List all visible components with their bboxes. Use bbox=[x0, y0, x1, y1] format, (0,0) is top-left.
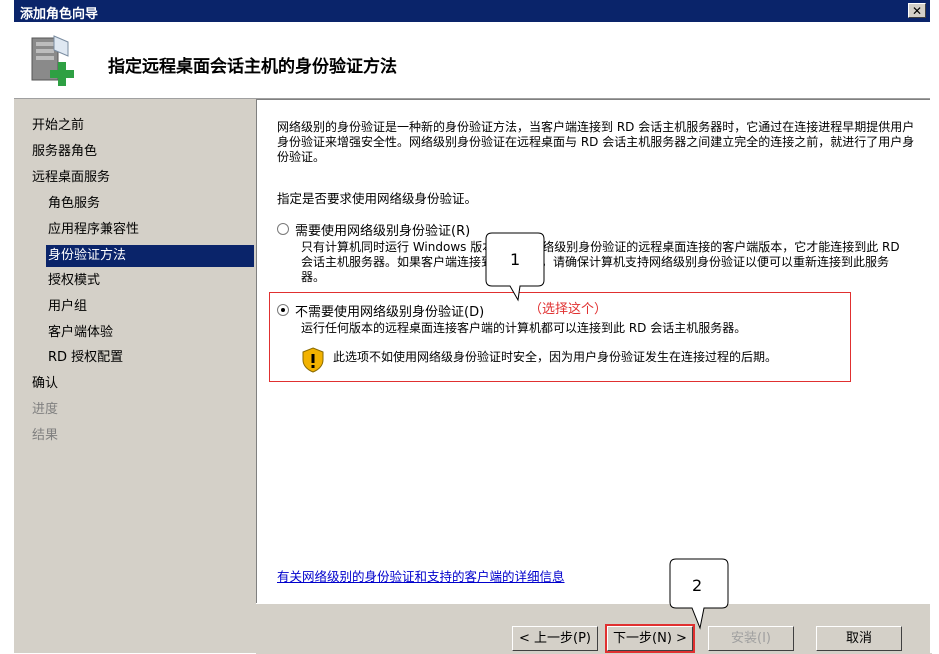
callout-two-shape bbox=[669, 558, 729, 630]
no-require-nla-label[interactable]: 不需要使用网络级别身份验证(D) bbox=[295, 301, 484, 320]
callout-one-number: 1 bbox=[510, 250, 521, 269]
nla-prompt: 指定是否要求使用网络级身份验证。 bbox=[277, 191, 478, 206]
window-title: 添加角色向导 bbox=[20, 7, 99, 22]
nav-step-progress: 进度 bbox=[32, 402, 59, 417]
nav-step-licensing-mode[interactable]: 授权模式 bbox=[48, 270, 100, 292]
callout-two-number: 2 bbox=[692, 576, 703, 595]
nav-step-app-compatibility[interactable]: 应用程序兼容性 bbox=[48, 219, 139, 241]
nav-step-results: 结果 bbox=[32, 428, 59, 443]
nav-step-server-roles[interactable]: 服务器角色 bbox=[32, 141, 97, 163]
window-right-edge bbox=[930, 0, 939, 653]
callout-one-shape bbox=[485, 232, 545, 302]
wizard-button-bar: < 上一步(P) 下一步(N) > 安装(I) 取消 bbox=[256, 603, 932, 654]
wizard-content-panel: 网络级别的身份验证是一种新的身份验证方法，当客户端连接到 RD 会话主机服务器时… bbox=[256, 99, 933, 603]
nav-step-rd-licensing-config[interactable]: RD 授权配置 bbox=[48, 347, 123, 369]
server-add-icon bbox=[31, 35, 74, 86]
nav-step-remote-desktop-services[interactable]: 远程桌面服务 bbox=[32, 167, 110, 189]
nla-description: 网络级别的身份验证是一种新的身份验证方法，当客户端连接到 RD 会话主机服务器时… bbox=[277, 120, 915, 164]
nav-step-authentication-method[interactable]: 身份验证方法 bbox=[46, 245, 254, 267]
nla-info-link[interactable]: 有关网络级别的身份验证和支持的客户端的详细信息 bbox=[277, 566, 565, 585]
nav-step-user-groups[interactable]: 用户组 bbox=[48, 296, 87, 318]
cancel-button[interactable]: 取消 bbox=[816, 626, 902, 651]
nav-step-confirmation[interactable]: 确认 bbox=[32, 373, 58, 395]
title-bar[interactable]: 添加角色向导 ✕ bbox=[14, 0, 930, 22]
require-nla-radio[interactable] bbox=[277, 223, 289, 235]
no-require-nla-radio[interactable] bbox=[277, 304, 289, 316]
wizard-step-nav: 开始之前 服务器角色 远程桌面服务 角色服务 应用程序兼容性 身份验证方法 授权… bbox=[14, 99, 254, 653]
no-require-nla-warning: 此选项不如使用网络级身份验证时安全，因为用户身份验证发生在连接过程的后期。 bbox=[333, 350, 778, 364]
no-require-nla-description: 运行任何版本的远程桌面连接客户端的计算机都可以连接到此 RD 会话主机服务器。 bbox=[301, 321, 747, 335]
close-button[interactable]: ✕ bbox=[908, 3, 926, 18]
add-roles-wizard-window: 添加角色向导 ✕ 指定远程桌面会话主机的身份验证方法 开始之前 服务器角色 远程… bbox=[12, 0, 933, 654]
nav-step-before-you-begin[interactable]: 开始之前 bbox=[32, 115, 84, 137]
require-nla-label[interactable]: 需要使用网络级别身份验证(R) bbox=[295, 220, 470, 239]
nav-step-client-experience[interactable]: 客户端体验 bbox=[48, 322, 113, 344]
warning-shield-icon bbox=[302, 347, 324, 373]
require-nla-description: 只有计算机同时运行 Windows 版本和支持网络级别身份验证的远程桌面连接的客… bbox=[301, 240, 900, 284]
previous-button[interactable]: < 上一步(P) bbox=[512, 626, 598, 651]
wizard-header: 指定远程桌面会话主机的身份验证方法 bbox=[14, 22, 930, 99]
nav-step-role-services[interactable]: 角色服务 bbox=[48, 193, 100, 215]
page-title: 指定远程桌面会话主机的身份验证方法 bbox=[108, 57, 397, 77]
